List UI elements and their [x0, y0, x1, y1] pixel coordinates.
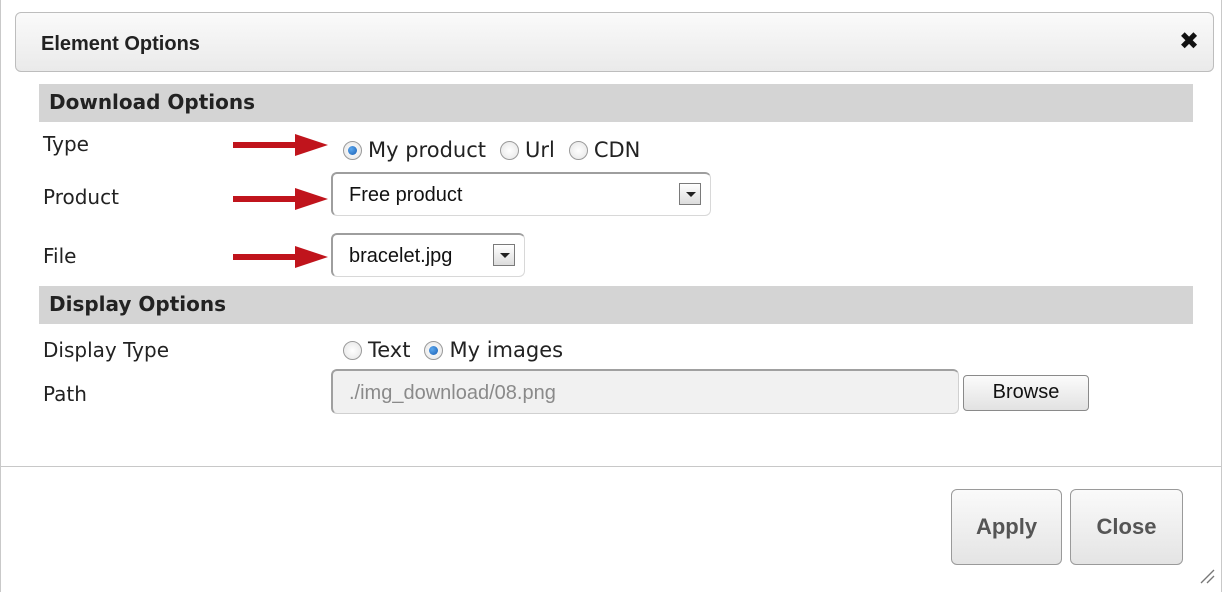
product-select[interactable]: Free product	[331, 172, 711, 216]
close-button[interactable]: Close	[1070, 489, 1183, 565]
annotation-arrow-icon	[233, 134, 328, 156]
download-options-header: Download Options	[39, 84, 1193, 122]
display-type-option-text[interactable]: Text	[343, 338, 410, 362]
chevron-down-icon[interactable]	[493, 244, 515, 266]
path-label: Path	[43, 382, 87, 406]
dialog-titlebar[interactable]: Element Options ✖	[15, 12, 1214, 72]
display-type-radio-group: Text My images	[343, 338, 577, 362]
type-option-label: My product	[368, 138, 486, 162]
type-option-url[interactable]: Url	[500, 138, 555, 162]
radio-checked-icon[interactable]	[343, 140, 362, 160]
type-option-label: Url	[525, 138, 555, 162]
apply-button[interactable]: Apply	[951, 489, 1062, 565]
annotation-arrow-icon	[233, 188, 328, 210]
element-options-dialog: Element Options ✖ Download Options Type …	[0, 0, 1222, 592]
display-type-option-label: My images	[449, 338, 564, 362]
footer-divider	[1, 466, 1222, 467]
type-option-cdn[interactable]: CDN	[568, 138, 641, 162]
radio-unchecked-icon[interactable]	[568, 140, 588, 160]
close-icon[interactable]: ✖	[1175, 27, 1203, 55]
browse-button[interactable]: Browse	[963, 375, 1089, 411]
resize-grip-icon[interactable]	[1199, 568, 1215, 584]
dialog-title: Element Options	[41, 33, 200, 55]
display-type-option-my-images[interactable]: My images	[424, 338, 563, 362]
radio-unchecked-icon[interactable]	[343, 340, 362, 360]
radio-unchecked-icon[interactable]	[500, 140, 519, 160]
type-option-label: CDN	[593, 138, 641, 162]
display-type-option-label: Text	[368, 338, 411, 362]
product-label: Product	[43, 185, 119, 209]
path-input-value: ./img_download/08.png	[349, 382, 556, 404]
path-input[interactable]: ./img_download/08.png	[331, 369, 959, 414]
type-radio-group: My product Url CDN	[343, 138, 654, 162]
annotation-arrow-icon	[233, 246, 328, 268]
file-label: File	[43, 244, 77, 268]
display-options-header: Display Options	[39, 286, 1193, 324]
file-select-value: bracelet.jpg	[349, 245, 453, 267]
product-select-value: Free product	[349, 184, 463, 206]
chevron-down-icon[interactable]	[679, 183, 701, 205]
type-option-my-product[interactable]: My product	[343, 138, 486, 162]
file-select[interactable]: bracelet.jpg	[331, 233, 525, 277]
radio-checked-icon[interactable]	[424, 340, 444, 360]
display-type-label: Display Type	[43, 338, 170, 362]
type-label: Type	[43, 132, 89, 156]
